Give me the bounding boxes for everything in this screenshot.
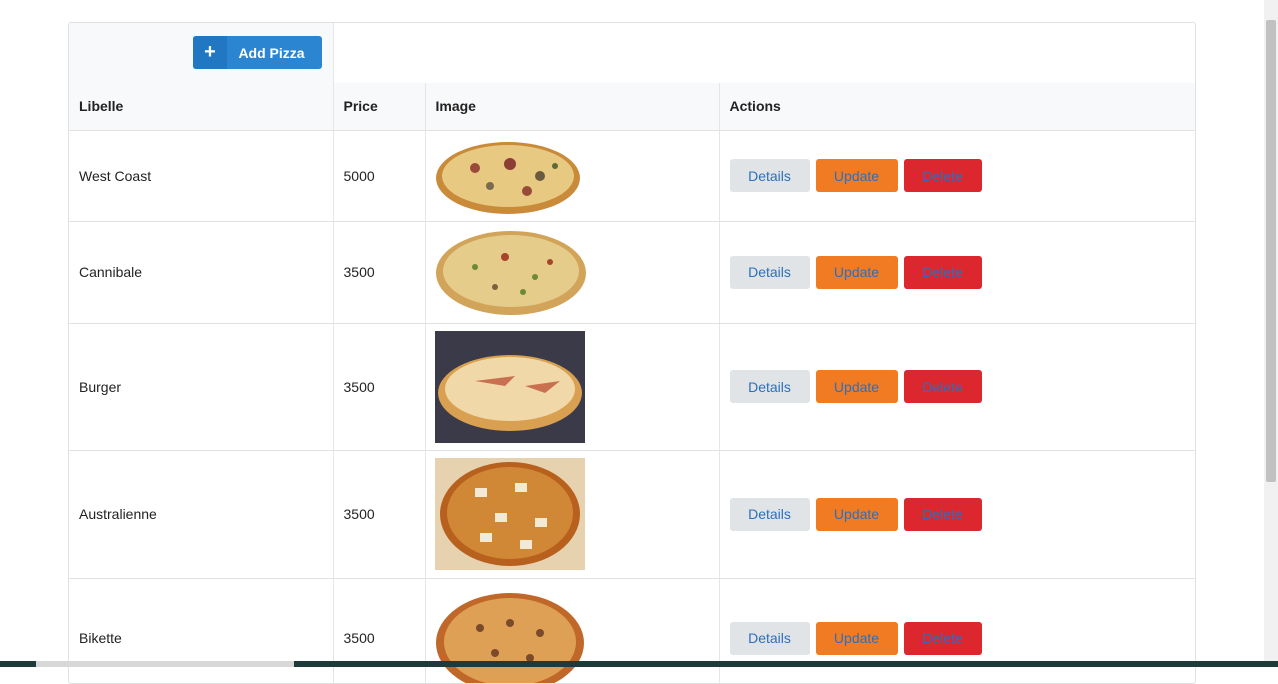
pizza-price: 5000	[333, 130, 426, 222]
pizza-price: 3500	[333, 450, 426, 579]
details-button[interactable]: Details	[729, 255, 810, 289]
plus-icon: +	[193, 36, 227, 69]
pizza-price: 3500	[333, 221, 426, 324]
header-libelle: Libelle	[69, 83, 334, 131]
details-button[interactable]: Details	[729, 497, 810, 531]
header-image: Image	[425, 83, 720, 131]
pizza-image	[435, 231, 586, 315]
pizza-table-panel: + Add Pizza Libelle Price Image Actions …	[68, 22, 1196, 684]
pizza-name: Cannibale	[69, 221, 334, 324]
pizza-table: Libelle Price Image Actions West Coast 5…	[69, 83, 1195, 683]
pizza-name: Australienne	[69, 450, 334, 579]
pizza-image	[434, 458, 585, 570]
pizza-image	[435, 141, 580, 214]
delete-button[interactable]: Delete	[903, 497, 982, 531]
table-row: Burger 3500 Details Update Delete	[69, 323, 1195, 451]
update-button[interactable]: Update	[815, 255, 898, 289]
details-button[interactable]: Details	[729, 370, 810, 403]
update-button[interactable]: Update	[815, 621, 898, 655]
taskbar-edge	[0, 661, 1278, 667]
pizza-name: Bikette	[69, 578, 334, 683]
update-button[interactable]: Update	[815, 370, 898, 403]
table-row: West Coast 5000 Details Update Delete	[69, 130, 1195, 222]
vertical-scrollbar[interactable]	[1264, 0, 1278, 667]
pizza-name: Burger	[69, 323, 334, 451]
delete-button[interactable]: Delete	[903, 621, 982, 655]
table-header-row: Libelle Price Image Actions	[69, 83, 1195, 131]
table-row: Cannibale 3500 Details Update Delete	[69, 221, 1195, 324]
add-pizza-button[interactable]: + Add Pizza	[193, 36, 322, 69]
pizza-image	[435, 593, 584, 683]
table-toolbar: + Add Pizza	[69, 23, 334, 83]
table-row: Australienne 3500 Details Update Delete	[69, 450, 1195, 579]
pizza-price: 3500	[333, 323, 426, 451]
scrollbar-thumb[interactable]	[1266, 20, 1276, 482]
details-button[interactable]: Details	[729, 159, 810, 192]
pizza-name: West Coast	[69, 130, 334, 222]
pizza-image	[434, 330, 585, 443]
pizza-price: 3500	[333, 578, 426, 683]
header-price: Price	[333, 83, 426, 131]
taskbar-segment	[36, 661, 294, 667]
delete-button[interactable]: Delete	[903, 159, 982, 192]
update-button[interactable]: Update	[815, 159, 898, 192]
header-actions: Actions	[719, 83, 1195, 131]
update-button[interactable]: Update	[815, 497, 898, 531]
details-button[interactable]: Details	[729, 621, 810, 655]
table-row: Bikette 3500 Details Update Delete	[69, 578, 1195, 683]
delete-button[interactable]: Delete	[903, 255, 982, 289]
add-pizza-label: Add Pizza	[238, 44, 305, 61]
delete-button[interactable]: Delete	[903, 370, 982, 403]
